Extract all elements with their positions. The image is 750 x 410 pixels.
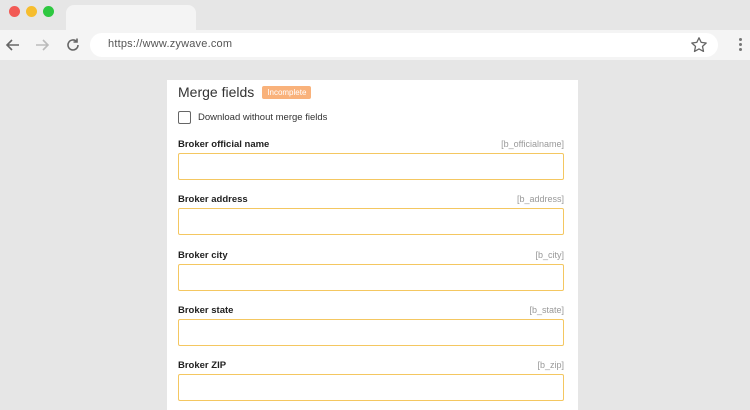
browser-titlebar [0,0,750,30]
close-window-icon[interactable] [9,6,20,17]
field-token: [b_city] [535,250,564,260]
broker-address-field: Broker address [b_address] [178,194,564,235]
broker-zip-input[interactable] [178,374,564,401]
forward-arrow-icon[interactable] [32,35,52,55]
browser-tab[interactable] [66,5,196,30]
broker-official-name-field: Broker official name [b_officialname] [178,139,564,180]
address-bar[interactable]: https://www.zywave.com [90,33,718,57]
field-label: Broker state [178,305,234,316]
broker-city-input[interactable] [178,264,564,291]
broker-state-input[interactable] [178,319,564,346]
url-text[interactable]: https://www.zywave.com [108,38,232,50]
broker-state-field: Broker state [b_state] [178,305,564,346]
broker-address-input[interactable] [178,208,564,235]
minimize-window-icon[interactable] [26,6,37,17]
field-token: [b_address] [516,194,564,204]
broker-official-name-input[interactable] [178,153,564,180]
download-without-merge-fields-option[interactable]: Download without merge fields [178,111,327,124]
broker-city-field: Broker city [b_city] [178,250,564,291]
menu-dots-icon[interactable] [735,36,745,54]
merge-fields-panel: Merge fields Incomplete Download without… [167,80,578,410]
field-label: Broker city [178,250,228,261]
field-label: Broker ZIP [178,360,227,371]
reload-icon[interactable] [63,35,83,55]
status-badge: Incomplete [262,85,312,99]
field-token: [b_zip] [537,360,564,370]
browser-toolbar: https://www.zywave.com [0,30,750,60]
field-token: [b_officialname] [501,139,564,149]
back-arrow-icon[interactable] [3,35,23,55]
field-token: [b_state] [529,305,564,315]
field-label: Broker address [178,194,248,205]
maximize-window-icon[interactable] [43,6,54,17]
download-checkbox-label[interactable]: Download without merge fields [198,112,327,123]
download-checkbox[interactable] [178,111,191,124]
broker-zip-field: Broker ZIP [b_zip] [178,360,564,401]
star-icon[interactable] [690,36,708,54]
page-title: Merge fields [178,84,255,100]
field-label: Broker official name [178,139,270,150]
